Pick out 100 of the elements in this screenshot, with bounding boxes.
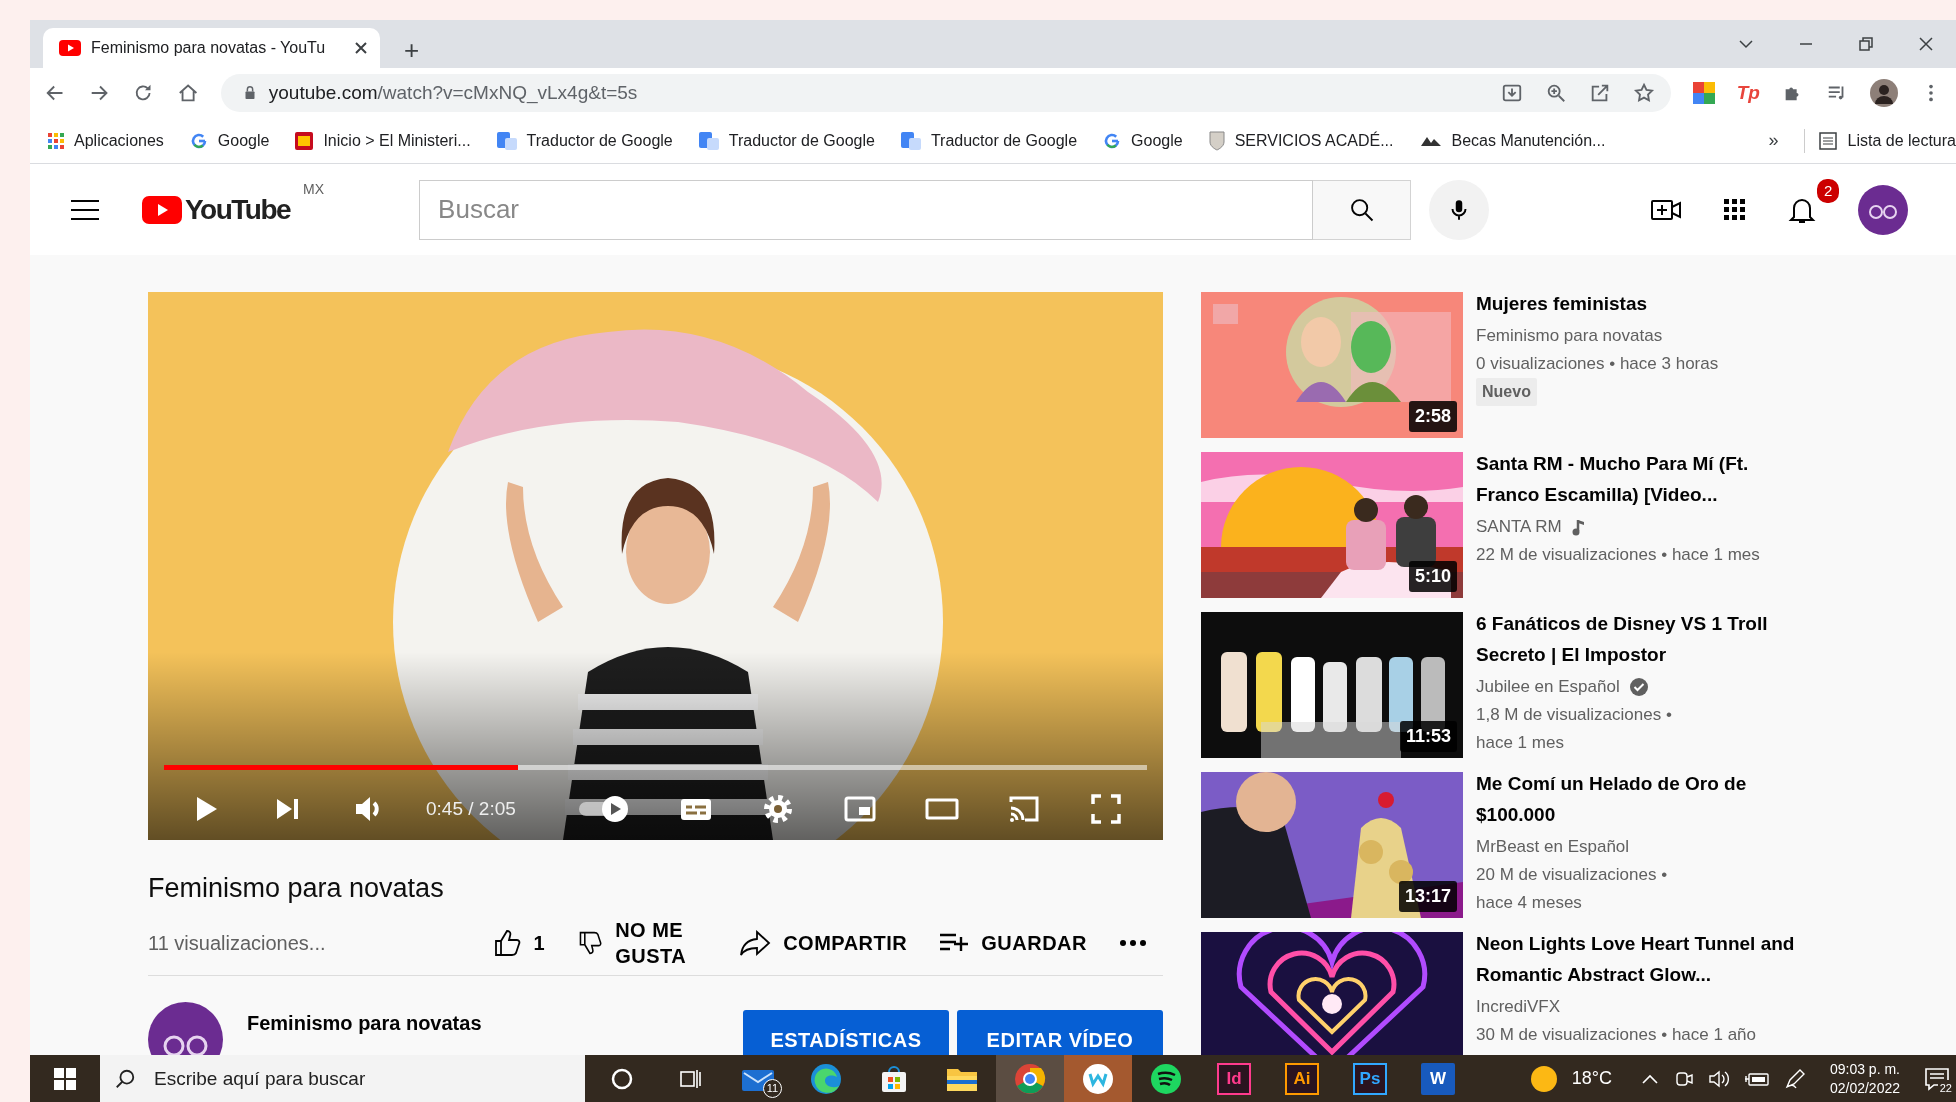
video-meta: 0 visualizaciones • hace 3 horas [1476, 353, 1720, 375]
app-button[interactable]: Ai [1268, 1055, 1336, 1102]
bookmark[interactable]: Becas Manutención... [1419, 128, 1606, 153]
temperature: 18°C [1571, 1067, 1612, 1090]
pen-icon[interactable] [1783, 1067, 1806, 1090]
app-button[interactable]: Ps [1336, 1055, 1404, 1102]
restore-icon[interactable] [1858, 36, 1874, 52]
clock-date[interactable]: 02/02/2022 [1829, 1078, 1900, 1098]
play-logo-icon [59, 40, 81, 56]
video-duration: 2:58 [1408, 401, 1457, 432]
video-duration: 13:17 [1398, 881, 1457, 912]
video-duration: 11:53 [1399, 721, 1457, 752]
volume-icon[interactable] [1707, 1068, 1730, 1089]
bookmark[interactable]: Google [189, 128, 270, 153]
apps-grid-icon [48, 132, 64, 149]
channel-name[interactable]: MrBeast en Español [1476, 833, 1630, 861]
url-path: /watch?v=cMxNQ_vLx4g&t=5s [377, 80, 638, 106]
video-meta: hace 4 meses [1476, 892, 1583, 914]
video-title: Feminismo para novatas [148, 872, 445, 905]
channel-name[interactable]: Feminismo para novatas [1476, 322, 1663, 350]
new-tag: Nuevo [1476, 378, 1537, 406]
bookmark[interactable]: Aplicaciones [48, 128, 164, 153]
mail-count-badge: 11 [763, 1079, 782, 1098]
list-icon [1819, 131, 1838, 150]
spotify-icon [1150, 1062, 1182, 1095]
progress-bar[interactable] [164, 765, 1147, 770]
video-meta: 1,8 M de visualizaciones • [1476, 704, 1673, 726]
search-field[interactable]: Buscar [419, 179, 1314, 240]
address-bar[interactable]: youtube.com/watch?v=cMxNQ_vLx4g&t=5s [220, 74, 1671, 112]
bookmark[interactable]: Traductor de Google [496, 128, 673, 153]
menu-icon[interactable] [70, 198, 100, 221]
mail-app-button[interactable]: 11 [724, 1055, 792, 1102]
document-icon [900, 131, 921, 150]
edit-video-button[interactable]: EDITAR VÍDEO [957, 1010, 1163, 1055]
video-title[interactable]: Santa RM - Mucho Para Mí (Ft. Franco Escamilla) [Video... [1476, 448, 1801, 510]
clock-time[interactable]: 09:03 p. m. [1829, 1059, 1900, 1079]
video-title[interactable]: Mujeres feministas [1476, 288, 1801, 319]
channel-name[interactable]: Jubilee en Español [1476, 673, 1620, 701]
video-meta: hace 1 mes [1476, 732, 1565, 754]
sun-icon[interactable] [1529, 1064, 1558, 1093]
video-title[interactable]: Me Comí un Helado de Oro de $100.000 [1476, 768, 1801, 830]
channel-avatar[interactable] [148, 1002, 223, 1055]
bookmark[interactable]: Traductor de Google [900, 128, 1078, 153]
channel-name[interactable]: SANTA RM [1476, 513, 1562, 541]
url-host: youtube.com [268, 80, 378, 103]
video-title[interactable]: 6 Fanáticos de Disney VS 1 Troll Secreto | El Impostor [1476, 608, 1801, 670]
browser-tab[interactable]: Feminismo para novatas - YouTu [43, 28, 380, 68]
color-grid-icon[interactable] [1692, 82, 1715, 104]
more-icon [1119, 938, 1147, 947]
like-button[interactable]: 1 [475, 927, 562, 958]
taskbar-search-box[interactable]: Escribe aquí para buscar [100, 1055, 585, 1102]
logo-text[interactable]: YouTube [185, 188, 291, 231]
view-count: 11 visualizaciones... [148, 930, 326, 956]
bookmark[interactable]: Traductor de Google [698, 128, 875, 153]
channel-name[interactable]: IncrediVFX [1476, 993, 1561, 1021]
taskbar-search-field[interactable]: Escribe aquí para buscar [152, 1058, 572, 1099]
shield-icon [1208, 130, 1225, 151]
video-title[interactable]: Neon Lights Love Heart Tunnel and Romantic Abstract Glow... [1476, 928, 1801, 990]
video-meta: 20 M de visualizaciones • [1476, 864, 1669, 886]
share-arrow-icon [739, 928, 772, 957]
star-icon[interactable] [1632, 82, 1655, 104]
app-button[interactable] [1064, 1055, 1132, 1102]
video-duration: 5:10 [1408, 561, 1457, 592]
close-icon[interactable] [1918, 36, 1934, 52]
avatar-icon[interactable] [1869, 79, 1898, 107]
crest-icon [295, 131, 314, 150]
word-app-button[interactable]: W [1404, 1055, 1472, 1102]
settings-icon[interactable] [761, 792, 795, 826]
extension-button[interactable]: Tp [1736, 78, 1760, 108]
windows-logo-icon[interactable] [54, 1067, 76, 1090]
video-meta: 22 M de visualizaciones • hace 1 mes [1476, 544, 1761, 566]
bookmark[interactable]: Google [1103, 128, 1183, 153]
region-label: MX [303, 179, 325, 199]
bookmark[interactable]: SERVICIOS ACADÉ... [1208, 128, 1394, 153]
more-bookmarks-button[interactable]: » [1768, 127, 1779, 154]
shopping-bag-icon [879, 1063, 909, 1094]
notification-count: 2 [1815, 176, 1842, 205]
dislike-button[interactable]: NO ME GUSTA [561, 916, 724, 969]
new-tab-button[interactable]: + [398, 36, 426, 64]
reading-list-button[interactable]: Lista de lectura [1804, 128, 1956, 153]
channel-name[interactable]: Feminismo para novatas [247, 1008, 482, 1038]
bookmark[interactable]: Inicio > El Ministeri... [295, 128, 471, 153]
document-icon [496, 131, 517, 150]
statistics-button[interactable]: ESTADÍSTICAS [743, 1010, 949, 1055]
apps-grid-icon[interactable] [1724, 198, 1746, 221]
install-icon[interactable] [1500, 82, 1523, 104]
circle-icon [610, 1066, 634, 1091]
share-button[interactable]: COMPARTIR [723, 927, 924, 958]
save-button[interactable]: GUARDAR [923, 927, 1103, 958]
notifications-icon[interactable] [1924, 1066, 1950, 1091]
search-button[interactable] [1313, 179, 1412, 240]
g-icon [189, 131, 208, 150]
browser-app-button[interactable] [996, 1055, 1064, 1102]
close-icon[interactable] [354, 41, 368, 55]
search-icon[interactable] [114, 1067, 136, 1090]
thumbs-down-icon [577, 929, 604, 956]
avatar-icon[interactable] [1858, 184, 1908, 235]
g-icon [1103, 131, 1122, 150]
fullscreen-icon[interactable] [1089, 792, 1123, 826]
app-button[interactable]: Id [1200, 1055, 1268, 1102]
